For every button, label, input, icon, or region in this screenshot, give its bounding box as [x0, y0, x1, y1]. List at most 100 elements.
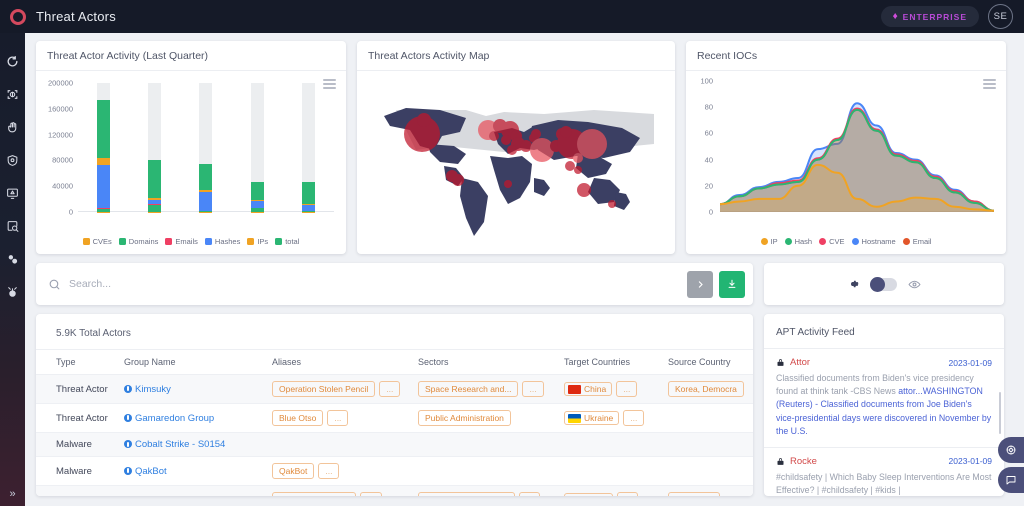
legend-item[interactable]: Hashes [204, 237, 240, 246]
cell-group-name[interactable]: Cobalt Strike - S0154 [124, 432, 272, 457]
group-name-link[interactable]: QakBot [124, 466, 167, 477]
tag-more-pill[interactable]: ... [379, 381, 401, 397]
country-pill[interactable]: Korea, De [668, 492, 721, 496]
table-column-header[interactable]: Group Name [124, 349, 272, 375]
sidebar-item-protection[interactable] [0, 144, 25, 177]
tag-more-pill[interactable]: ... [617, 492, 639, 496]
tag-more-pill[interactable]: ... [318, 463, 340, 479]
table-row[interactable]: Threat ActorLazarus Group Labyrinth Choll… [36, 485, 753, 496]
group-name-link[interactable]: Lazarus Group [124, 495, 198, 496]
bar-column[interactable] [148, 83, 162, 212]
tag-pill[interactable]: Aero, Dr, and Industry [418, 492, 515, 496]
feed-actor-name[interactable]: Rocke [790, 456, 817, 467]
cell-group-name[interactable]: Lazarus Group [124, 485, 272, 496]
tag-more-pill[interactable]: ... [327, 410, 349, 426]
legend-swatch [247, 238, 255, 245]
sidebar-item-alerts[interactable] [0, 177, 25, 210]
bar-column[interactable] [250, 83, 264, 212]
cell-type: Malware [36, 456, 124, 486]
feed-actor-name[interactable]: Attor [790, 357, 810, 368]
cell-target-countries: Ukraine... [564, 403, 668, 433]
tag-pill[interactable]: Labyrinth Chollima [272, 492, 357, 496]
sidebar-item-threat-hunting[interactable] [0, 111, 25, 144]
bar-column[interactable] [199, 83, 213, 212]
tag-pill[interactable]: Operation Stolen Pencil [272, 381, 376, 397]
tag-more-pill[interactable]: ... [616, 381, 638, 397]
country-pill[interactable]: Ukraine [564, 411, 620, 425]
table-column-header[interactable]: Sectors [418, 349, 564, 375]
country-pill[interactable]: China [564, 382, 613, 396]
legend-item[interactable]: CVEs [82, 237, 112, 246]
chat-fab[interactable] [998, 467, 1024, 493]
legend-label: Hostname [861, 237, 896, 246]
legend-item[interactable]: IP [760, 237, 778, 246]
search-input[interactable] [69, 278, 681, 290]
cell-group-name[interactable]: Gamaredon Group [124, 403, 272, 433]
table-row[interactable]: Threat Actor Kimsuky Operation Stolen Penc… [36, 374, 753, 404]
cell-aliases: Labyrinth Chollima... [272, 485, 418, 496]
sidebar-item-automation[interactable] [0, 243, 25, 276]
tag-more-pill[interactable]: ... [623, 410, 645, 426]
legend-label: Email [912, 237, 932, 246]
legend-item[interactable]: CVE [819, 237, 845, 246]
legend-item[interactable]: Email [902, 237, 932, 246]
table-column-header[interactable]: Type [36, 349, 124, 375]
visibility-toggle[interactable] [870, 276, 897, 292]
legend-item[interactable]: IPs [247, 237, 268, 246]
legend-label: Hash [794, 237, 813, 246]
avatar[interactable]: SE [988, 4, 1013, 29]
bar-segment-total [148, 159, 162, 198]
legend-item[interactable]: Hostname [851, 237, 896, 246]
bar-column[interactable] [97, 83, 111, 212]
cell-group-name[interactable]: QakBot [124, 456, 272, 486]
cell-aliases: Operation Stolen Pencil... [272, 374, 418, 404]
group-name-link[interactable]: Gamaredon Group [124, 413, 214, 424]
sidebar-item-incidents[interactable] [0, 276, 25, 309]
table-row[interactable]: Threat Actor Gamaredon Group Blue Otso... P… [36, 403, 753, 433]
country-pill[interactable]: Korea, Democra [668, 381, 744, 397]
enterprise-badge[interactable]: ♦ ENTERPRISE [880, 6, 979, 27]
table-row[interactable]: Malware Cobalt Strike - S0154 [36, 432, 753, 457]
ring-logo-icon[interactable] [0, 8, 36, 25]
legend-item[interactable]: Hash [784, 237, 813, 246]
legend-swatch [902, 238, 910, 245]
country-pill[interactable]: Japan [564, 493, 614, 496]
tag-more-pill[interactable]: ... [522, 381, 544, 397]
bar-column[interactable] [301, 83, 315, 212]
threat-actor-activity-card: Threat Actor Activity (Last Quarter) 0 40… [36, 41, 346, 254]
tag-pill[interactable]: Public Administration [418, 410, 511, 426]
tag-pill[interactable]: Space Research and... [418, 381, 519, 397]
table-column-header[interactable]: Source Country [668, 349, 753, 375]
filter-button[interactable] [687, 270, 713, 298]
tag-pill[interactable]: QakBot [272, 463, 315, 479]
download-button[interactable] [719, 270, 745, 298]
legend-label: CVE [829, 237, 845, 246]
feed-item-link[interactable]: attor...WASHINGTON (Reuters) - Classifie… [776, 386, 991, 436]
bar-chart-y-tick: 0 [68, 207, 73, 217]
sidebar-item-dashboard[interactable] [0, 45, 25, 78]
table-column-header[interactable]: Target Countries [564, 349, 668, 375]
group-name-link[interactable]: Kimsuky [124, 384, 171, 395]
group-name-link[interactable]: Cobalt Strike - S0154 [124, 439, 225, 450]
feed-item[interactable]: Rocke 2023-01-09 #childsafety | Which Baby… [764, 446, 1004, 496]
threat-actors-map-title: Threat Actors Activity Map [357, 41, 675, 71]
sidebar-expand-toggle[interactable]: » [9, 488, 15, 500]
tag-more-pill[interactable]: ... [360, 492, 382, 496]
legend-item[interactable]: Emails [165, 237, 198, 246]
legend-item[interactable]: total [275, 237, 299, 246]
feed-scrollbar[interactable] [999, 392, 1001, 434]
table-row[interactable]: Malware QakBot QakBot... [36, 456, 753, 486]
tag-pill[interactable]: Blue Otso [272, 410, 324, 426]
legend-item[interactable]: Domains [118, 237, 158, 246]
cell-aliases: Blue Otso... [272, 403, 418, 433]
tag-more-pill[interactable]: ... [518, 492, 540, 496]
sidebar-item-reports[interactable] [0, 210, 25, 243]
cell-group-name[interactable]: Kimsuky [124, 374, 272, 404]
eye-icon[interactable] [908, 278, 921, 291]
gear-icon[interactable] [847, 278, 859, 290]
table-column-header[interactable]: Aliases [272, 349, 418, 375]
support-settings-fab[interactable] [998, 437, 1024, 463]
sidebar-item-scan[interactable] [0, 78, 25, 111]
world-bubble-map[interactable] [357, 71, 675, 252]
feed-item[interactable]: Attor 2023-01-09 Classified documents from… [764, 348, 1004, 447]
